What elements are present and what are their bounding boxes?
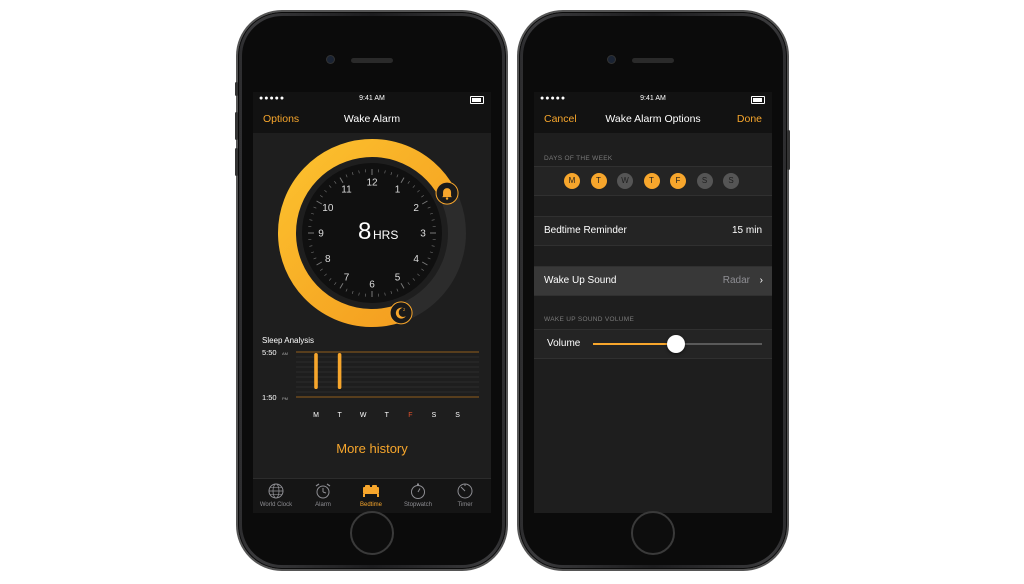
clock-number: 11: [341, 184, 352, 195]
wake-alarm-options-screen: ●●●●● 9:41 AM Cancel Wake Alarm Options …: [534, 92, 772, 513]
day-toggle[interactable]: T: [590, 173, 607, 189]
signal-icon: ●●●●●: [259, 95, 286, 102]
timer-icon: [457, 483, 473, 499]
options-button[interactable]: Options: [263, 106, 299, 133]
done-button[interactable]: Done: [737, 106, 762, 133]
sleep-bar: [314, 353, 318, 389]
battery-icon: [751, 96, 765, 104]
bed-icon: [363, 485, 379, 497]
tab-label: Stopwatch: [403, 502, 433, 508]
volume-label: Volume: [547, 338, 581, 349]
globe-icon: [268, 483, 284, 499]
tab-label: Bedtime: [359, 502, 382, 508]
tab-bar: World Clock Alarm Bedtime Stopwatch Time…: [253, 478, 491, 513]
hours-unit: HRS: [373, 228, 398, 242]
wake-up-sound-row[interactable]: Wake Up Sound Radar ›: [534, 266, 772, 296]
chart-bottom-ampm: PM: [282, 396, 288, 401]
clock-number: 3: [420, 229, 426, 240]
days-section-label: DAYS OF THE WEEK: [544, 155, 613, 162]
volume-slider-row: Volume: [534, 329, 772, 359]
home-button[interactable]: [350, 511, 394, 555]
clock-number: 2: [413, 203, 419, 214]
chart-day-label: F: [408, 412, 412, 419]
bedtime-reminder-label: Bedtime Reminder: [544, 225, 627, 236]
stopwatch-icon: [411, 483, 425, 499]
chevron-right-icon: ›: [759, 275, 763, 286]
wake-up-sound-label: Wake Up Sound: [544, 275, 617, 286]
status-bar: ●●●●● 9:41 AM: [534, 92, 772, 106]
chart-day-label: S: [455, 412, 460, 419]
chart-day-label: M: [313, 412, 319, 419]
volume-slider-knob[interactable]: [666, 335, 685, 353]
home-button[interactable]: [631, 511, 675, 555]
more-history-link[interactable]: More history: [253, 441, 491, 456]
chart-top-ampm: AM: [282, 351, 288, 356]
wake-handle[interactable]: [435, 181, 459, 205]
left-phone: ●●●●● 9:41 AM Options Wake Alarm 12 1 2 3 4 5…: [235, 12, 506, 569]
tab-timer[interactable]: Timer: [442, 482, 488, 508]
wake-up-sound-value: Radar: [722, 275, 750, 286]
day-toggle[interactable]: T: [643, 173, 660, 189]
day-toggle[interactable]: S: [723, 173, 739, 189]
chart-day-labels: MTWTFSS: [313, 412, 460, 419]
hours-value: 8: [358, 218, 371, 245]
clock-number: 1: [395, 184, 401, 195]
volume-section-label: WAKE UP SOUND VOLUME: [544, 316, 635, 323]
battery-icon: [470, 96, 484, 104]
tab-label: World Clock: [259, 502, 293, 508]
earpiece-speaker: [632, 58, 674, 63]
bedtime-reminder-value: 15 min: [731, 225, 762, 236]
clock-number: 6: [369, 280, 375, 291]
bedtime-reminder-row[interactable]: Bedtime Reminder 15 min: [534, 216, 772, 246]
day-toggle[interactable]: F: [670, 173, 686, 189]
svg-text:z: z: [403, 307, 405, 312]
tab-world-clock[interactable]: World Clock: [253, 482, 299, 508]
tab-stopwatch[interactable]: Stopwatch: [395, 482, 441, 508]
volume-slider-fill: [593, 343, 676, 345]
front-camera: [327, 56, 334, 63]
clock-number: 9: [318, 229, 324, 240]
chart-top-time: 5:50: [262, 348, 277, 357]
chart-bottom-time: 1:50: [262, 393, 277, 402]
volume-slider-track[interactable]: [593, 335, 762, 353]
signal-icon: ●●●●●: [540, 95, 567, 102]
bedtime-handle[interactable]: z: [389, 301, 413, 325]
day-toggle[interactable]: M: [564, 173, 580, 189]
days-of-week-row: MTWTFSS: [534, 166, 772, 196]
clock-number: 7: [344, 273, 350, 284]
day-toggle[interactable]: S: [696, 173, 713, 189]
bedtime-dial[interactable]: 121234567891011 8 HRS z: [275, 136, 469, 330]
chart-day-label: T: [337, 412, 342, 419]
nav-bar: Options Wake Alarm: [253, 106, 491, 133]
sleep-bars: [314, 353, 342, 389]
day-toggle[interactable]: W: [617, 173, 633, 189]
status-bar: ●●●●● 9:41 AM: [253, 92, 491, 106]
chart-day-label: T: [385, 412, 390, 419]
bedtime-screen: ●●●●● 9:41 AM Options Wake Alarm 12 1 2 3 4 5…: [253, 92, 491, 513]
clock-number: 12: [366, 178, 378, 189]
cancel-button[interactable]: Cancel: [544, 106, 577, 133]
right-phone: ●●●●● 9:41 AM Cancel Wake Alarm Options …: [519, 12, 790, 569]
sleep-analysis-chart: 5:50 AM 1:50 PM M T W T F S S: [262, 348, 479, 419]
tab-label: Alarm: [315, 502, 331, 508]
alarm-clock-icon: [315, 483, 331, 499]
clock-number: 10: [322, 203, 334, 214]
clock-number: 4: [413, 254, 419, 265]
status-time: 9:41 AM: [640, 95, 666, 102]
sleep-bar: [337, 353, 342, 389]
clock-number: 8: [325, 254, 331, 265]
status-time: 9:41 AM: [359, 95, 385, 102]
chart-day-label: S: [432, 412, 437, 419]
chart-grid: [296, 351, 479, 398]
earpiece-speaker: [351, 58, 393, 63]
tab-label: Timer: [457, 502, 473, 508]
sleep-analysis-title: Sleep Analysis: [262, 336, 315, 345]
nav-bar: Cancel Wake Alarm Options Done: [534, 106, 772, 133]
tab-bedtime[interactable]: Bedtime: [348, 482, 394, 508]
tab-alarm[interactable]: Alarm: [300, 482, 346, 508]
clock-number: 5: [395, 273, 401, 284]
front-camera: [608, 56, 615, 63]
chart-day-label: W: [360, 412, 367, 419]
